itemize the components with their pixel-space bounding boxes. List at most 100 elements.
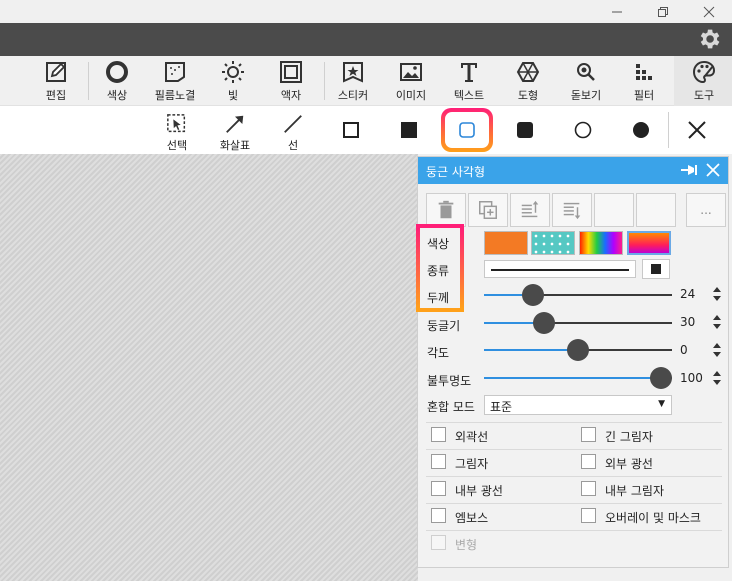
duplicate-icon (479, 201, 497, 219)
roundness-slider[interactable] (484, 312, 672, 334)
thickness-slider[interactable] (484, 284, 672, 306)
panel-header: 둥근 사각형 (418, 157, 728, 184)
tool-color[interactable]: 색상 (87, 56, 147, 106)
tool-light[interactable]: 빛 (203, 56, 263, 106)
ellipse-outline-button[interactable] (558, 106, 608, 154)
selection-icon (167, 114, 186, 133)
roundness-spinner-icon[interactable] (712, 314, 722, 330)
tool-filter-label: 필터 (633, 89, 655, 102)
opacity-value[interactable]: 100 (680, 371, 703, 385)
header-bar (0, 23, 732, 56)
delete-button[interactable] (426, 193, 466, 227)
thickness-spinner-icon[interactable] (712, 286, 722, 302)
bring-forward-button[interactable] (510, 193, 550, 227)
more-options-button[interactable]: ... (686, 193, 726, 227)
tool-image[interactable]: 이미지 (381, 56, 441, 106)
rectangle-filled-icon (401, 122, 417, 138)
tool-sticker[interactable]: 스티커 (323, 56, 383, 106)
close-icon (703, 6, 715, 17)
tool-magnifier-label: 돋보기 (570, 89, 602, 102)
shadow-checkbox[interactable] (431, 454, 446, 469)
canvas-area[interactable] (0, 154, 418, 581)
image-icon (400, 63, 422, 81)
select-tool-button[interactable]: 선택 (156, 106, 198, 154)
arrow-icon (226, 115, 244, 133)
angle-value[interactable]: 0 (680, 343, 688, 357)
close-icon[interactable] (706, 163, 720, 177)
gear-icon[interactable] (696, 26, 722, 52)
minimize-button[interactable] (594, 0, 640, 23)
rounded-rectangle-outline-button[interactable] (441, 108, 493, 152)
tool-film-grain[interactable]: 필름노결 (145, 56, 205, 106)
divider (426, 449, 722, 450)
pin-icon[interactable] (680, 163, 698, 177)
subtoolbar-divider (668, 112, 669, 148)
ellipse-filled-button[interactable] (616, 106, 666, 154)
rounded-rectangle-filled-button[interactable] (500, 106, 550, 154)
tool-frame[interactable]: 액자 (261, 56, 321, 106)
restore-button[interactable] (640, 0, 686, 23)
inner-shadow-label: 내부 그림자 (605, 484, 665, 498)
action-slot-empty-1[interactable] (594, 193, 634, 227)
angle-slider[interactable] (484, 339, 672, 361)
slider-knob[interactable] (521, 284, 544, 306)
send-backward-button[interactable] (552, 193, 592, 227)
color-label: 색상 (427, 237, 450, 251)
inner-glow-label: 내부 광선 (455, 484, 503, 498)
overlay-mask-checkbox[interactable] (581, 508, 596, 523)
rainbow-gradient-swatch[interactable] (579, 231, 623, 255)
slider-knob[interactable] (567, 339, 589, 361)
tool-text[interactable]: 텍스트 (439, 56, 499, 106)
arrow-tool-button[interactable]: 화살표 (212, 106, 258, 154)
tool-shape[interactable]: 도형 (498, 56, 558, 106)
roundness-value[interactable]: 30 (680, 315, 695, 329)
close-subtoolbar-button[interactable] (672, 106, 722, 154)
opacity-label: 불투명도 (427, 374, 472, 388)
long-shadow-checkbox[interactable] (581, 427, 596, 442)
rectangle-outline-button[interactable] (326, 106, 376, 154)
stroke-type-select[interactable] (484, 260, 636, 278)
tool-edit[interactable]: 편집 (26, 56, 86, 106)
rectangle-filled-button[interactable] (384, 106, 434, 154)
thickness-value[interactable]: 24 (680, 287, 695, 301)
opacity-spinner-icon[interactable] (712, 370, 722, 386)
inner-shadow-checkbox[interactable] (581, 481, 596, 496)
stroke-color-button[interactable] (642, 259, 670, 279)
slider-knob[interactable] (533, 312, 556, 334)
slider-fill (484, 377, 661, 379)
duplicate-button[interactable] (468, 193, 508, 227)
pattern-swatch[interactable] (531, 231, 575, 255)
emboss-checkbox[interactable] (431, 508, 446, 523)
bring-forward-icon (521, 200, 539, 218)
app-window: 편집 색상 필름노결 빛 액자 스티커 이미지 텍스트 도형 돋보기 필터 도구… (0, 0, 732, 581)
tool-sticker-label: 스티커 (337, 89, 369, 102)
window-close-button[interactable] (686, 0, 732, 23)
blend-mode-select[interactable]: 표준 ▼ (484, 395, 672, 415)
edit-icon (46, 62, 66, 82)
tool-filter[interactable]: 필터 (614, 56, 674, 106)
shape-icon (516, 62, 540, 82)
solid-color-swatch[interactable] (484, 231, 528, 255)
gradient-swatch[interactable] (627, 231, 671, 255)
angle-spinner-icon[interactable] (712, 342, 722, 358)
opacity-slider[interactable] (484, 367, 672, 389)
more-options-label: ... (700, 203, 712, 217)
outline-checkbox[interactable] (431, 427, 446, 442)
transform-checkbox[interactable] (431, 535, 446, 550)
tool-tools[interactable]: 도구 (674, 56, 732, 106)
rectangle-outline-icon (343, 122, 359, 138)
outer-glow-checkbox[interactable] (581, 454, 596, 469)
restore-icon (658, 6, 668, 17)
line-tool-button[interactable]: 선 (272, 106, 314, 154)
inner-glow-checkbox[interactable] (431, 481, 446, 496)
tool-light-label: 빛 (227, 89, 239, 102)
dropdown-arrow-icon: ▼ (658, 399, 665, 409)
tool-color-label: 색상 (106, 89, 128, 102)
long-shadow-label: 긴 그림자 (605, 430, 653, 444)
tool-magnifier[interactable]: 돋보기 (556, 56, 616, 106)
window-titlebar (0, 0, 732, 23)
action-slot-empty-2[interactable] (636, 193, 676, 227)
slider-knob[interactable] (650, 367, 672, 389)
light-icon (222, 61, 244, 83)
line-tool-label: 선 (287, 139, 299, 152)
